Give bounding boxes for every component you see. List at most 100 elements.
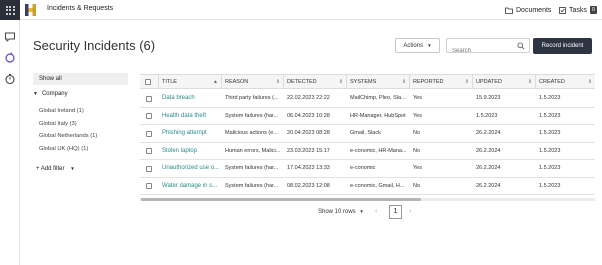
column-header-updated[interactable]: UPDATED ⇕ — [473, 75, 536, 89]
apps-grid-button[interactable] — [0, 0, 20, 20]
row-checkbox[interactable] — [146, 148, 152, 154]
sort-icon: ⇕ — [527, 79, 532, 85]
company-filter-item[interactable]: Global UK (HQ) (1) — [39, 146, 88, 152]
column-header-label: CREATED — [539, 79, 565, 85]
cell-detected: 08.02.2023 12:08 — [287, 182, 330, 189]
cell-created: 1.5.2023 — [539, 112, 561, 119]
current-page-button[interactable]: 1 — [389, 205, 402, 219]
cell-created: 1.5.2023 — [539, 165, 561, 171]
cell-reported: No — [413, 130, 421, 136]
prev-page-icon[interactable]: ‹ — [375, 208, 377, 215]
top-bar: Incidents & Requests Documents Tasks 0 — [20, 0, 602, 20]
column-header-label: REPORTED — [413, 79, 444, 85]
documents-label: Documents — [516, 6, 552, 14]
cell-detected: 23.03.2023 15:17 — [287, 147, 330, 154]
refresh-icon[interactable] — [4, 52, 16, 64]
sort-icon: ⇕ — [464, 79, 469, 85]
cell-reason: System failures (har... — [225, 165, 279, 171]
company-filter-item[interactable]: Global Netherlands (1) — [39, 133, 97, 139]
row-checkbox[interactable] — [146, 95, 152, 102]
rows-per-page-label: Show 10 rows — [318, 209, 356, 215]
actions-dropdown[interactable]: Actions ▼ — [395, 38, 440, 53]
apps-grid-icon — [5, 5, 15, 15]
cell-systems: e-conomic, Gmail, H... — [350, 182, 405, 189]
column-header-reported[interactable]: REPORTED ⇕ — [410, 75, 473, 89]
sort-icon: ⇕ — [338, 79, 343, 85]
cell-reason: System failures (har... — [225, 112, 279, 119]
caret-down-icon: ▼ — [33, 91, 38, 97]
tasks-count-badge: 0 — [589, 6, 597, 14]
select-all-cell — [140, 75, 159, 89]
row-checkbox[interactable] — [146, 165, 152, 172]
folder-icon — [505, 7, 513, 14]
search-icon[interactable] — [517, 42, 525, 50]
cell-created: 1.5.2023 — [539, 147, 561, 154]
column-header-title[interactable]: TITLE ▲ — [159, 75, 222, 89]
filter-show-all[interactable]: Show all — [33, 73, 128, 85]
cell-updated: 26.2.2024 — [476, 147, 501, 154]
tasks-link[interactable]: Tasks 0 — [559, 4, 597, 16]
cell-title[interactable]: Phishing attempt — [159, 125, 222, 142]
column-header-detected[interactable]: DETECTED ⇕ — [284, 75, 347, 89]
left-rail — [0, 0, 20, 265]
column-header-systems[interactable]: SYSTEMS ⇕ — [347, 75, 410, 89]
company-filter-item[interactable]: Global Italy (3) — [39, 121, 77, 127]
cell-created: 1.5.2023 — [539, 182, 561, 189]
column-header-reason[interactable]: REASON ⇕ — [222, 75, 284, 89]
cell-updated: 1.5.2023 — [476, 112, 498, 119]
table-header: TITLE ▲ REASON ⇕ DETECTED ⇕ SYSTEMS ⇕ RE… — [140, 74, 595, 89]
table-row[interactable]: Water damage in s... System failures (har… — [140, 178, 595, 195]
cell-title[interactable]: Data breach — [159, 90, 222, 107]
table-row[interactable]: Data breach Third party failures (... 22.0… — [140, 90, 595, 108]
cell-detected: 17.04.2023 13:33 — [287, 165, 330, 171]
sort-icon: ⇕ — [401, 79, 406, 85]
cell-title[interactable]: Unauthorized use o... — [159, 160, 222, 177]
cell-title[interactable]: Water damage in s... — [159, 178, 222, 195]
timer-icon[interactable] — [4, 73, 16, 85]
checklist-icon — [559, 6, 566, 14]
sort-icon: ⇕ — [587, 79, 592, 85]
cell-reason: System failures (har... — [225, 182, 279, 189]
actions-label: Actions — [403, 42, 424, 49]
cell-systems: e-conomic — [350, 165, 376, 171]
table-row[interactable]: Phishing attempt Malicious actions (e... 2… — [140, 125, 595, 143]
next-page-icon[interactable]: › — [409, 208, 411, 215]
rows-per-page-select[interactable]: Show 10 rows ▼ — [318, 209, 364, 215]
cell-systems: Gmail, Slack — [350, 130, 381, 136]
cell-detected: 06.04.2023 10:28 — [287, 112, 330, 119]
sort-asc-icon: ▲ — [213, 79, 218, 85]
select-all-checkbox[interactable] — [145, 78, 151, 85]
cell-title[interactable]: Health data theft — [159, 108, 222, 125]
row-checkbox[interactable] — [146, 113, 152, 119]
app-logo — [25, 4, 36, 16]
table-row[interactable]: Health data theft System failures (har...… — [140, 108, 595, 125]
cell-updated: 26.2.2024 — [476, 182, 501, 189]
cell-reason: Malicious actions (e... — [225, 130, 278, 136]
cell-systems: e-conomic, HR-Mana... — [350, 147, 407, 154]
documents-link[interactable]: Documents — [505, 4, 551, 16]
row-checkbox[interactable] — [146, 183, 152, 189]
cell-updated: 15.9.2023 — [476, 95, 501, 101]
chat-icon[interactable] — [4, 31, 16, 43]
sort-icon: ⇕ — [275, 79, 280, 85]
table-row[interactable]: Unauthorized use o... System failures (ha… — [140, 160, 595, 178]
company-filter-toggle[interactable]: ▼ Company — [33, 91, 68, 97]
table-row[interactable]: Stolen laptop Human errors, Malici... 23.0… — [140, 143, 595, 160]
chevron-down-icon: ▼ — [70, 166, 75, 171]
cell-created: 1.5.2023 — [539, 130, 561, 136]
page-title: Security Incidents (6) — [33, 38, 156, 53]
cell-title[interactable]: Stolen laptop — [159, 143, 222, 160]
record-incident-button[interactable]: Record incident — [533, 38, 592, 54]
cell-created: 1.5.2023 — [539, 95, 561, 101]
cell-reason: Human errors, Malici... — [225, 147, 281, 154]
column-header-created[interactable]: CREATED ⇕ — [536, 75, 595, 89]
column-header-label: REASON — [225, 79, 249, 85]
row-checkbox[interactable] — [146, 130, 152, 137]
company-filter-item[interactable]: Global Ireland (1) — [39, 108, 84, 114]
page: Incidents & Requests Documents Tasks 0 S… — [0, 0, 602, 265]
add-filter-button[interactable]: + Add filter ▼ — [36, 166, 75, 172]
cell-reported: Yes — [413, 112, 422, 119]
scrollbar-thumb[interactable] — [141, 198, 421, 201]
search-input[interactable] — [447, 44, 517, 58]
horizontal-scrollbar[interactable] — [140, 198, 595, 201]
